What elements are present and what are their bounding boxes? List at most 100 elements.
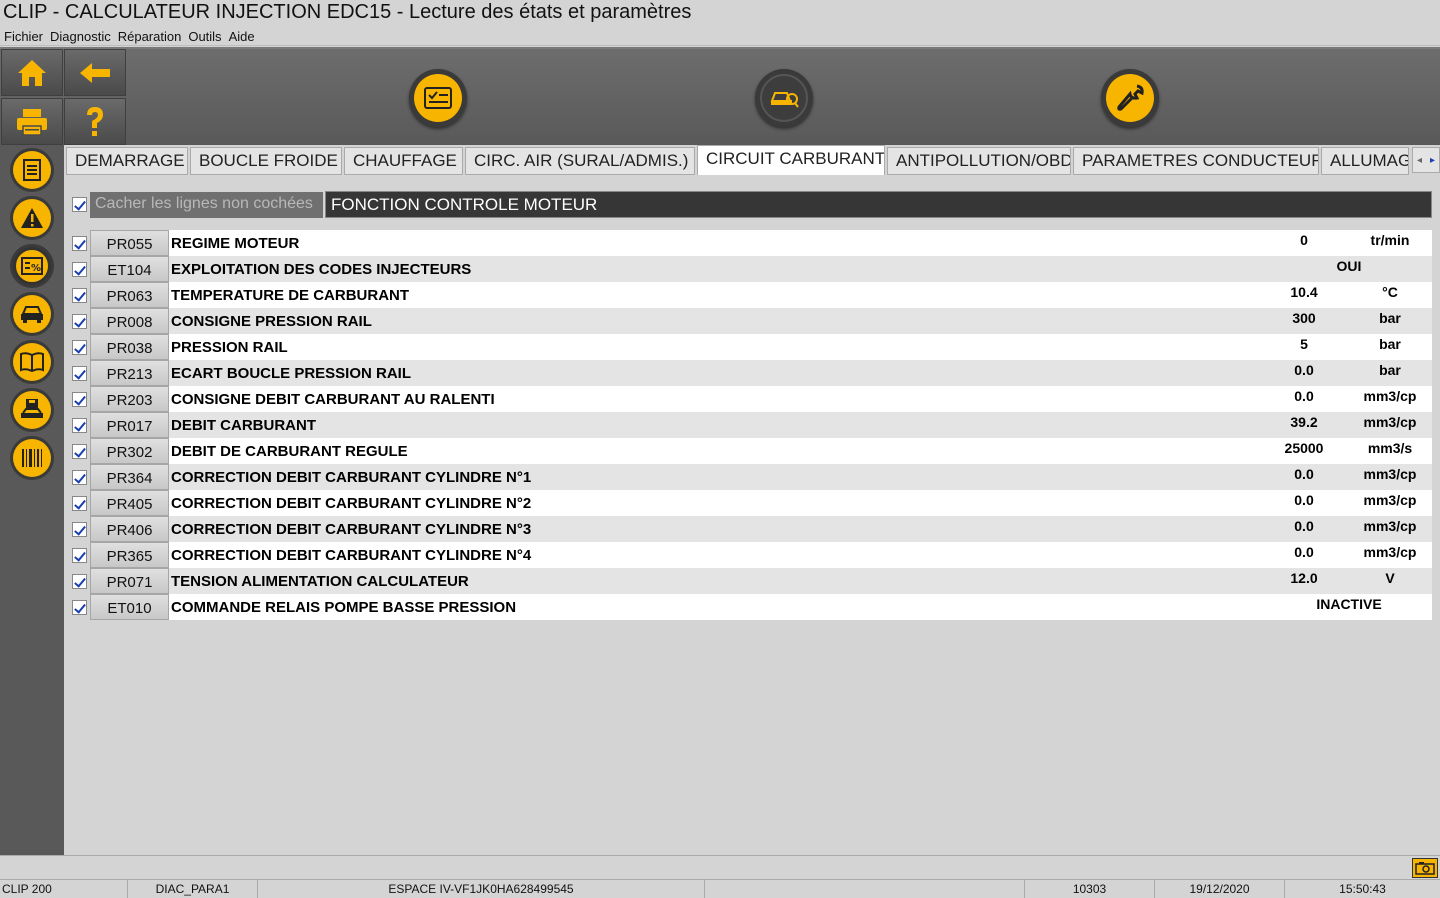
table-row: PR364 CORRECTION DEBIT CARBURANT CYLINDRE…	[64, 464, 1432, 490]
menu-reparation[interactable]: Réparation	[114, 26, 185, 44]
sidebar-vehicle-button[interactable]	[10, 292, 54, 336]
row-checkbox[interactable]	[72, 418, 87, 433]
parameter-unit: mm3/cp	[1363, 544, 1417, 560]
row-checkbox[interactable]	[72, 548, 87, 563]
parameter-code[interactable]: PR365	[90, 542, 169, 568]
warning-icon	[21, 208, 43, 228]
row-checkbox[interactable]	[72, 496, 87, 511]
parameter-code[interactable]: PR063	[90, 282, 169, 308]
parameter-label: TEMPERATURE DE CARBURANT	[171, 287, 410, 304]
row-checkbox[interactable]	[72, 392, 87, 407]
row-checkbox[interactable]	[72, 600, 87, 615]
hide-unchecked-checkbox[interactable]	[72, 197, 87, 212]
parameter-unit: mm3/cp	[1363, 518, 1417, 534]
parameter-body: CORRECTION DEBIT CARBURANT CYLINDRE N°3 0…	[169, 516, 1432, 542]
table-row: PR302 DEBIT DE CARBURANT REGULE 25000 mm3/s	[64, 438, 1432, 464]
row-checkbox[interactable]	[72, 574, 87, 589]
hide-unchecked-button[interactable]: Cacher les lignes non cochées	[90, 192, 323, 218]
sidebar-document-button[interactable]	[10, 148, 54, 192]
row-checkbox[interactable]	[72, 262, 87, 277]
menu-diagnostic[interactable]: Diagnostic	[46, 26, 114, 44]
tab-scroll-left-icon[interactable]: ◂	[1413, 148, 1426, 172]
sidebar-barcode-button[interactable]	[10, 436, 54, 480]
row-checkbox[interactable]	[72, 236, 87, 251]
parameter-label: PRESSION RAIL	[171, 339, 288, 356]
parameter-value: INACTIVE	[1316, 596, 1382, 612]
tab-scroll-right-icon[interactable]: ▸	[1426, 148, 1439, 172]
back-button[interactable]	[64, 49, 126, 96]
tab-parametres-conducteur[interactable]: PARAMETRES CONDUCTEUR	[1073, 147, 1319, 175]
parameter-value: 25000	[1284, 440, 1324, 456]
parameter-label: ECART BOUCLE PRESSION RAIL	[171, 365, 412, 382]
parameter-body: CONSIGNE PRESSION RAIL 300 bar	[169, 308, 1432, 334]
parameter-value: OUI	[1336, 258, 1362, 274]
svg-text:%: %	[31, 263, 41, 274]
parameter-body: DEBIT DE CARBURANT REGULE 25000 mm3/s	[169, 438, 1432, 464]
status-time: 15:50:43	[1339, 882, 1386, 896]
parameter-code[interactable]: PR213	[90, 360, 169, 386]
parameter-unit: mm3/s	[1367, 440, 1413, 456]
sidebar-save-vehicle-button[interactable]	[10, 388, 54, 432]
checklist-button[interactable]	[409, 69, 467, 127]
home-icon	[18, 59, 46, 86]
parameter-code[interactable]: ET010	[90, 594, 169, 620]
sidebar-faults-button[interactable]	[10, 196, 54, 240]
tab-chauffage[interactable]: CHAUFFAGE	[344, 147, 463, 175]
row-checkbox[interactable]	[72, 366, 87, 381]
parameter-unit: tr/min	[1370, 232, 1410, 248]
parameter-code[interactable]: PR406	[90, 516, 169, 542]
tab-allumage[interactable]: ALLUMAGE	[1321, 147, 1409, 175]
tab-circ-air[interactable]: CIRC. AIR (SURAL/ADMIS.)	[465, 147, 695, 175]
screenshot-button[interactable]	[1412, 858, 1438, 878]
parameter-code[interactable]: PR008	[90, 308, 169, 334]
parameter-code[interactable]: PR203	[90, 386, 169, 412]
row-checkbox[interactable]	[72, 444, 87, 459]
parameter-code[interactable]: PR038	[90, 334, 169, 360]
menu-fichier[interactable]: Fichier	[0, 26, 46, 44]
arrow-left-icon	[80, 62, 110, 83]
parameter-code[interactable]: ET104	[90, 256, 169, 282]
parameter-code[interactable]: PR405	[90, 490, 169, 516]
row-checkbox[interactable]	[72, 522, 87, 537]
vehicle-diagnostic-button[interactable]	[755, 69, 813, 127]
tab-antipollution[interactable]: ANTIPOLLUTION/OBD	[887, 147, 1071, 175]
tab-scroll-arrows: ◂ ▸	[1412, 147, 1440, 173]
parameter-code[interactable]: PR071	[90, 568, 169, 594]
tab-circuit-carburant[interactable]: CIRCUIT CARBURANT	[697, 145, 885, 175]
table-row: PR365 CORRECTION DEBIT CARBURANT CYLINDRE…	[64, 542, 1432, 568]
parameter-code[interactable]: PR017	[90, 412, 169, 438]
parameter-code[interactable]: PR302	[90, 438, 169, 464]
menu-outils[interactable]: Outils	[184, 26, 224, 44]
parameter-unit: °C	[1382, 284, 1398, 300]
help-button[interactable]	[64, 98, 126, 145]
tab-boucle-froide[interactable]: BOUCLE FROIDE	[190, 147, 342, 175]
tab-demarrage[interactable]: DEMARRAGE	[66, 147, 188, 175]
row-checkbox[interactable]	[72, 470, 87, 485]
parameter-body: CORRECTION DEBIT CARBURANT CYLINDRE N°4 0…	[169, 542, 1432, 568]
table-row: PR055 REGIME MOTEUR 0 tr/min	[64, 230, 1432, 256]
print-button[interactable]	[1, 98, 63, 145]
row-checkbox[interactable]	[72, 314, 87, 329]
row-checkbox[interactable]	[72, 288, 87, 303]
repair-tools-button[interactable]	[1101, 69, 1159, 127]
sidebar-manual-button[interactable]	[10, 340, 54, 384]
status-bar: CLIP 200 DIAC_PARA1 ESPACE IV-VF1JK0HA62…	[0, 879, 1440, 898]
parameter-code[interactable]: PR055	[90, 230, 169, 256]
parameter-body: TENSION ALIMENTATION CALCULATEUR 12.0 V	[169, 568, 1432, 594]
sidebar-parameters-button[interactable]: %	[10, 244, 54, 288]
parameter-unit: mm3/cp	[1363, 492, 1417, 508]
home-button[interactable]	[1, 49, 63, 96]
table-row: PR213 ECART BOUCLE PRESSION RAIL 0.0 bar	[64, 360, 1432, 386]
menu-aide[interactable]: Aide	[225, 26, 258, 44]
left-sidebar: %	[0, 145, 64, 855]
parameter-label: CORRECTION DEBIT CARBURANT CYLINDRE N°4	[171, 547, 532, 564]
parameter-label: TENSION ALIMENTATION CALCULATEUR	[171, 573, 469, 590]
parameter-code[interactable]: PR364	[90, 464, 169, 490]
parameter-unit: mm3/cp	[1363, 388, 1417, 404]
book-icon	[20, 352, 44, 372]
parameter-body: PRESSION RAIL 5 bar	[169, 334, 1432, 360]
row-checkbox[interactable]	[72, 340, 87, 355]
table-row: PR008 CONSIGNE PRESSION RAIL 300 bar	[64, 308, 1432, 334]
table-row: PR203 CONSIGNE DEBIT CARBURANT AU RALENTI…	[64, 386, 1432, 412]
parameter-value: 10.4	[1290, 284, 1318, 300]
